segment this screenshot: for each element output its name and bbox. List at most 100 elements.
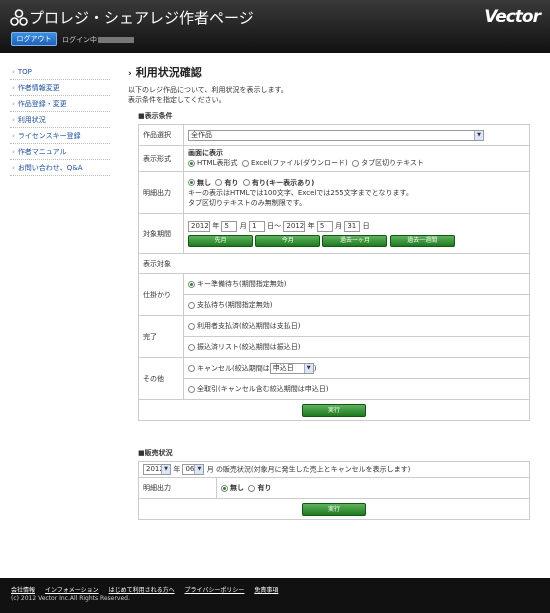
cancel-radio[interactable] bbox=[188, 364, 195, 372]
unit-day: 日 bbox=[362, 222, 370, 230]
format-heading: 画面に表示 bbox=[188, 149, 223, 157]
sales-execute-button[interactable]: 実行 bbox=[302, 502, 366, 516]
footer: 会社情報 インフォメーション はじめて利用される方へ プライバシーポリシー 免責… bbox=[0, 578, 550, 613]
past-month-button[interactable]: 過去一ヶ月 bbox=[322, 235, 388, 247]
conditions-section-title: ■表示条件 bbox=[138, 112, 173, 120]
chevron-down-icon: ▼ bbox=[474, 130, 483, 140]
sidebar-item-contact[interactable]: › お問い合わせ、Q&A bbox=[10, 160, 110, 176]
cancel-suffix: ) bbox=[313, 364, 317, 372]
masked-username bbox=[98, 37, 134, 43]
unit-month: 月 bbox=[206, 465, 214, 474]
done-transfer-label: 振込済リスト(絞込期間は振込日) bbox=[197, 343, 301, 351]
sidebar-item-license-key[interactable]: › ライセンスキー登録 bbox=[10, 128, 110, 144]
sales-detail-none-label: 無し bbox=[230, 484, 244, 492]
unit-day-tilde: 日～ bbox=[267, 222, 282, 230]
sales-period-cell: 2012 ▼ 年 06 ▼ 月 の販売状況(対象月に発生した売上とキャンセルを表示し… bbox=[138, 461, 530, 478]
detail-yes-radio[interactable] bbox=[215, 179, 223, 186]
sales-description: の販売状況(対象月に発生した売上とキャンセルを表示します) bbox=[215, 465, 411, 474]
other-option-cell: キャンセル(絞込期間は 申込日 ▼) bbox=[183, 357, 530, 379]
sidebar-item-author-info[interactable]: › 作者情報変更 bbox=[10, 80, 110, 96]
sidebar-item-manual[interactable]: › 作者マニュアル bbox=[10, 144, 110, 160]
sidebar-item-usage[interactable]: › 利用状況 bbox=[10, 112, 110, 128]
past-week-button[interactable]: 過去一週間 bbox=[389, 235, 455, 247]
conditions-form: 作品選択 全作品 ▼ 表示形式 画面に表示 HTML表形式 Excel(ファイル(… bbox=[138, 124, 530, 421]
copyright: (c) 2012 Vector Inc.All Rights Reserved. bbox=[11, 595, 130, 602]
chevron-down-icon: ▼ bbox=[194, 465, 204, 474]
footer-link-company[interactable]: 会社情報 bbox=[11, 587, 35, 594]
period-cell: 2012 年 5 月 1 日～ 2012 年 5 月 31 日 先月 今月 過去… bbox=[183, 213, 530, 254]
pending-payment-radio[interactable] bbox=[188, 301, 195, 309]
cancel-date-select[interactable]: 申込日 ▼ bbox=[269, 362, 314, 374]
pending-option-cell: キー準備待ち(期間指定無効) bbox=[183, 273, 530, 295]
done-paid-radio[interactable] bbox=[188, 322, 195, 330]
pending-option-cell: 支払待ち(期間指定無効) bbox=[183, 294, 530, 316]
format-excel-radio[interactable] bbox=[241, 159, 249, 167]
arrow-icon: › bbox=[12, 164, 15, 172]
sidebar-item-product-register[interactable]: › 作品登録・変更 bbox=[10, 96, 110, 112]
footer-links: 会社情報 インフォメーション はじめて利用される方へ プライバシーポリシー 免責… bbox=[11, 585, 286, 594]
format-cell: 画面に表示 HTML表形式 Excel(ファイル(ダウンロード) タブ区切りテキ… bbox=[183, 145, 530, 172]
from-year-input[interactable]: 2012 bbox=[188, 220, 210, 232]
from-month-input[interactable]: 5 bbox=[221, 220, 238, 232]
period-label: 対象期間 bbox=[138, 213, 184, 254]
sales-year-select[interactable]: 2012 ▼ bbox=[143, 464, 171, 475]
login-status-label: ログイン中 bbox=[62, 36, 97, 44]
sales-execute-cell: 実行 bbox=[138, 498, 530, 520]
arrow-icon: › bbox=[12, 116, 15, 124]
arrow-icon: › bbox=[128, 69, 132, 79]
sidebar-item-label: 作品登録・変更 bbox=[17, 100, 67, 108]
footer-link-privacy[interactable]: プライバシーポリシー bbox=[185, 587, 245, 594]
prore-logo-icon bbox=[10, 9, 28, 26]
sidebar-item-label: お問い合わせ、Q&A bbox=[17, 164, 83, 172]
execute-button[interactable]: 実行 bbox=[302, 403, 366, 417]
sidebar-item-label: TOP bbox=[17, 68, 32, 76]
from-day-input[interactable]: 1 bbox=[248, 220, 265, 232]
done-label: 完了 bbox=[138, 315, 184, 358]
arrow-icon: › bbox=[12, 68, 15, 76]
sales-section-title: ■販売状況 bbox=[138, 449, 173, 457]
detail-none-radio[interactable] bbox=[188, 179, 195, 186]
detail-yes-label: 有り bbox=[224, 178, 239, 187]
sales-month-select[interactable]: 06 ▼ bbox=[182, 464, 205, 475]
product-select[interactable]: 全作品 ▼ bbox=[188, 129, 484, 141]
footer-link-disclaimer[interactable]: 免責事項 bbox=[254, 587, 278, 594]
format-html-radio[interactable] bbox=[188, 159, 195, 167]
format-tab-radio[interactable] bbox=[352, 159, 360, 167]
format-label: 表示形式 bbox=[138, 145, 184, 172]
sales-detail-none-radio[interactable] bbox=[221, 484, 228, 492]
last-month-button[interactable]: 先月 bbox=[188, 235, 253, 247]
sidebar-item-top[interactable]: › TOP bbox=[10, 64, 110, 80]
done-option-cell: 利用者支払済(絞込期間は支払日) bbox=[183, 315, 530, 337]
arrow-icon: › bbox=[12, 148, 15, 156]
footer-link-information[interactable]: インフォメーション bbox=[45, 587, 99, 594]
target-label: 表示対象 bbox=[138, 253, 530, 274]
arrow-icon: › bbox=[12, 84, 15, 92]
cancel-prefix: キャンセル(絞込期間は bbox=[197, 364, 270, 372]
arrow-icon: › bbox=[12, 100, 15, 108]
to-day-input[interactable]: 31 bbox=[344, 220, 361, 232]
unit-year: 年 bbox=[307, 222, 315, 230]
detail-yes-key-radio[interactable] bbox=[242, 179, 250, 186]
sales-month-value: 06 bbox=[185, 465, 195, 473]
detail-yes-key-label: 有り(キー表示あり) bbox=[251, 178, 315, 187]
all-transactions-radio[interactable] bbox=[188, 385, 195, 393]
cancel-date-value: 申込日 bbox=[272, 363, 294, 372]
pending-key-label: キー準備待ち(期間指定無効) bbox=[197, 280, 287, 288]
done-paid-label: 利用者支払済(絞込期間は支払日) bbox=[197, 322, 301, 330]
sales-detail-cell: 無し 有り bbox=[216, 477, 530, 499]
logout-button[interactable]: ログアウト bbox=[11, 32, 57, 46]
to-month-input[interactable]: 5 bbox=[316, 220, 333, 232]
footer-link-beginners[interactable]: はじめて利用される方へ bbox=[109, 587, 175, 594]
detail-note: キーの表示はHTMLでは100文字、Excelでは255文字までとなります。 bbox=[188, 188, 413, 197]
main-content: › 利用状況確認 以下のレジ作品について、利用状況を表示します。 表示条件を指定し… bbox=[128, 64, 533, 520]
detail-none-label: 無し bbox=[197, 178, 211, 187]
intro-line: 表示条件を指定してください。 bbox=[128, 96, 226, 104]
vector-logo[interactable]: Vector bbox=[484, 7, 541, 27]
to-year-input[interactable]: 2012 bbox=[283, 220, 306, 232]
sidebar-item-label: 作者マニュアル bbox=[17, 148, 67, 156]
pending-key-radio[interactable] bbox=[188, 280, 195, 288]
sales-detail-yes-radio[interactable] bbox=[248, 484, 256, 492]
this-month-button[interactable]: 今月 bbox=[255, 235, 321, 247]
done-transfer-radio[interactable] bbox=[188, 343, 195, 351]
page-title-text: 利用状況確認 bbox=[135, 66, 202, 79]
